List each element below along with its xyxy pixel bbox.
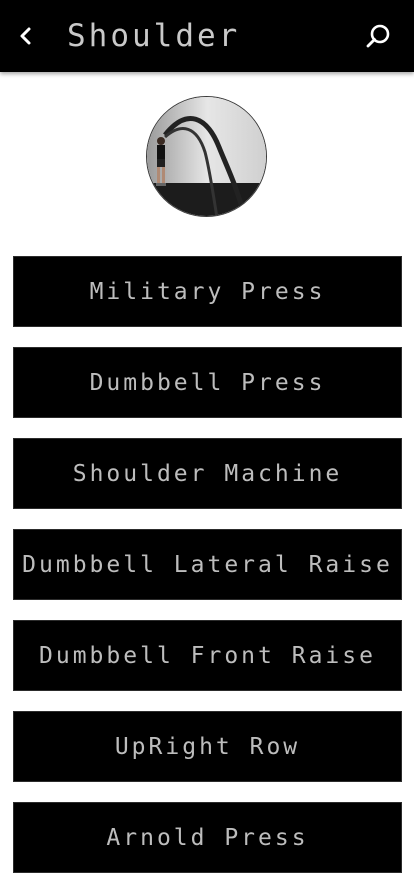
category-avatar bbox=[146, 96, 267, 217]
exercise-list: Military Press Dumbbell Press Shoulder M… bbox=[13, 256, 402, 893]
search-icon bbox=[366, 24, 390, 48]
app-bar: Shoulder bbox=[0, 0, 414, 72]
exercise-button-dumbbell-front-raise[interactable]: Dumbbell Front Raise bbox=[13, 620, 402, 691]
exercise-button-dumbbell-press[interactable]: Dumbbell Press bbox=[13, 347, 402, 418]
back-button[interactable] bbox=[8, 18, 44, 54]
exercise-button-upright-row[interactable]: UpRight Row bbox=[13, 711, 402, 782]
exercise-button-military-press[interactable]: Military Press bbox=[13, 256, 402, 327]
search-button[interactable] bbox=[362, 20, 394, 52]
exercise-button-shoulder-machine[interactable]: Shoulder Machine bbox=[13, 438, 402, 509]
battle-ropes-photo bbox=[147, 97, 266, 216]
exercise-button-dumbbell-lateral-raise[interactable]: Dumbbell Lateral Raise bbox=[13, 529, 402, 600]
exercise-button-arnold-press[interactable]: Arnold Press bbox=[13, 802, 402, 873]
chevron-left-icon bbox=[20, 27, 31, 45]
page-title: Shoulder bbox=[67, 18, 241, 54]
